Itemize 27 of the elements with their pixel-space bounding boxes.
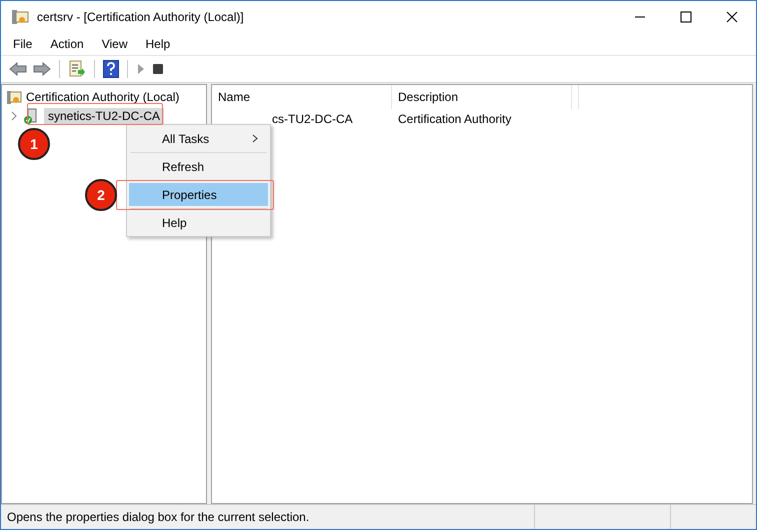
export-list-icon[interactable] [68, 60, 86, 78]
close-icon[interactable] [726, 11, 738, 23]
server-icon [23, 108, 39, 124]
menu-item[interactable]: Action [50, 37, 84, 51]
menu-item[interactable]: View [102, 37, 128, 51]
tree-item[interactable]: Certification Authority (Local) [26, 90, 180, 104]
certificate-icon [6, 88, 22, 104]
tree-item[interactable]: synetics-TU2-DC-CA [44, 108, 164, 124]
menu-item[interactable]: Help [129, 211, 268, 234]
menu-item[interactable]: Refresh [129, 155, 268, 178]
forward-icon[interactable] [33, 62, 51, 76]
list-cell-text: cs-TU2-DC-CA [271, 112, 354, 126]
menu-item[interactable]: Help [146, 37, 170, 51]
menu-item[interactable]: Properties [129, 183, 268, 206]
back-icon[interactable] [9, 62, 27, 76]
stop-icon[interactable] [152, 63, 164, 75]
menu-item[interactable]: All Tasks [129, 127, 268, 150]
status-text: Opens the properties dialog box for the current selection. [6, 510, 310, 524]
certificate-icon [11, 8, 29, 26]
help-icon[interactable] [103, 60, 119, 78]
column-header[interactable]: Description [392, 85, 572, 109]
window-title: certsrv - [Certification Authority (Local)] [37, 10, 244, 24]
maximize-icon[interactable] [680, 11, 692, 23]
column-header[interactable]: Name [212, 85, 392, 109]
menu-item[interactable]: File [13, 37, 32, 51]
list-cell-text: Certification Authority [397, 112, 512, 126]
play-icon[interactable] [136, 63, 146, 75]
